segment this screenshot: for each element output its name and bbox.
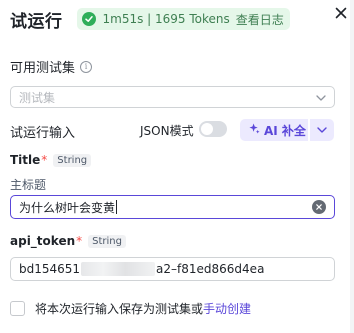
- panel-header: 试运行 1m51s | 1695 Tokens 查看日志: [10, 6, 344, 32]
- testset-label: 可用测试集: [10, 61, 76, 76]
- panel-title: 试运行: [10, 11, 63, 32]
- test-run-panel: 试运行 1m51s | 1695 Tokens 查看日志 可用测试集 i 测试集…: [0, 0, 354, 333]
- type-tag: String: [88, 234, 126, 248]
- sparkle-icon: [249, 123, 260, 137]
- check-circle-icon: [81, 12, 96, 26]
- run-status-text: 1m51s | 1695 Tokens: [102, 12, 230, 26]
- testset-select[interactable]: 测试集: [10, 86, 335, 108]
- scrollbar-track: [350, 0, 354, 333]
- info-icon[interactable]: i: [80, 60, 93, 73]
- run-input-label-row: 试运行输入: [10, 122, 75, 141]
- run-input-label: 试运行输入: [10, 126, 76, 141]
- testset-placeholder: 测试集: [19, 90, 56, 105]
- save-as-testset-text: 将本次运行输入保存为测试集或: [35, 302, 204, 316]
- title-field-label: Title * String: [10, 153, 92, 167]
- title-field-description: 主标题: [10, 178, 47, 192]
- api-token-value-suffix: a2–f81ed866d4ea: [156, 261, 265, 276]
- required-mark: *: [41, 153, 48, 167]
- api-token-field-name: api_token: [10, 234, 76, 248]
- json-mode-label: JSON模式: [140, 124, 194, 138]
- manual-create-link[interactable]: 手动创建: [203, 300, 251, 317]
- redacted-segment: [81, 262, 156, 277]
- api-token-input[interactable]: bd154651 a2–f81ed866d4ea: [10, 257, 335, 281]
- chevron-down-icon: [316, 90, 326, 104]
- save-as-testset-row: 将本次运行输入保存为测试集或 手动创建: [10, 300, 251, 317]
- json-mode-toggle[interactable]: [199, 121, 227, 137]
- title-field-name: Title: [10, 153, 41, 167]
- title-input[interactable]: 为什么树叶会变黄: [10, 195, 335, 219]
- type-tag: String: [53, 153, 92, 167]
- toggle-knob: [201, 123, 213, 135]
- ai-fill-dropdown[interactable]: [310, 119, 334, 141]
- chevron-down-icon: [317, 127, 327, 133]
- testset-label-row: 可用测试集 i: [10, 57, 93, 76]
- api-token-value-prefix: bd154651: [19, 261, 81, 276]
- view-log-link[interactable]: 查看日志: [236, 11, 284, 28]
- ai-fill-button[interactable]: AI 补全: [240, 119, 308, 141]
- close-icon[interactable]: [332, 4, 350, 22]
- api-token-field-label: api_token * String: [10, 234, 126, 248]
- ai-fill-label: AI 补全: [264, 123, 306, 138]
- required-mark: *: [76, 234, 83, 248]
- api-token-value: bd154651 a2–f81ed866d4ea: [19, 262, 264, 277]
- text-caret: [116, 200, 118, 214]
- clear-circle-icon[interactable]: [312, 200, 326, 214]
- save-as-testset-checkbox[interactable]: [10, 301, 25, 316]
- run-status-badge: 1m51s | 1695 Tokens 查看日志: [76, 8, 290, 30]
- title-input-value: 为什么树叶会变黄: [19, 200, 116, 215]
